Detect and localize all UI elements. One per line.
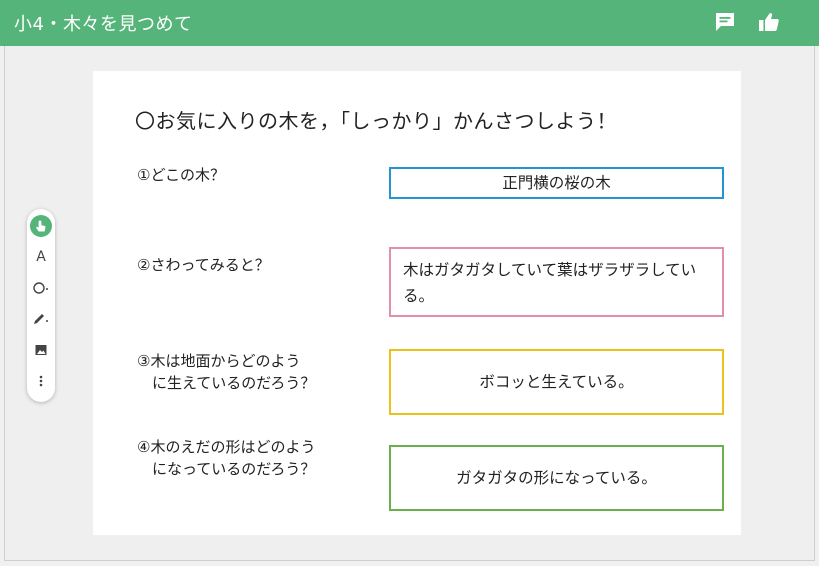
answer-box-1[interactable]: 正門横の桜の木: [389, 167, 724, 199]
more-icon[interactable]: [27, 369, 55, 393]
pointer-icon[interactable]: [27, 214, 55, 238]
question-4: ④木のえだの形はどのよう になっているのだろう？: [137, 438, 316, 478]
question-3: ③木は地面からどのよう に生えているのだろう？: [137, 352, 316, 392]
answer-box-4[interactable]: ガタガタの形になっている。: [389, 445, 724, 511]
drawing-toolbar: A: [27, 209, 55, 402]
text-tool-icon[interactable]: A: [27, 245, 55, 269]
image-tool-icon[interactable]: [27, 338, 55, 362]
comment-icon[interactable]: [711, 8, 739, 36]
shape-tool-icon[interactable]: [27, 276, 55, 300]
question-2: ②さわってみると？: [137, 256, 270, 274]
header-bar: 小4・木々を見つめて: [0, 0, 819, 46]
worksheet-slide: 〇お気に入りの木を，「しっかり」かんさつしよう！ ①どこの木？ 正門横の桜の木 …: [93, 71, 741, 535]
answer-box-2[interactable]: 木はガタガタしていて葉はザラザラしている。: [389, 247, 724, 317]
thumbs-up-icon[interactable]: [755, 8, 783, 36]
slide-heading: 〇お気に入りの木を，「しっかり」かんさつしよう！: [135, 109, 617, 133]
pen-tool-icon[interactable]: [27, 307, 55, 331]
answer-box-3[interactable]: ボコッと生えている。: [389, 349, 724, 415]
page-title: 小4・木々を見つめて: [14, 14, 193, 35]
question-1: ①どこの木？: [137, 166, 225, 184]
